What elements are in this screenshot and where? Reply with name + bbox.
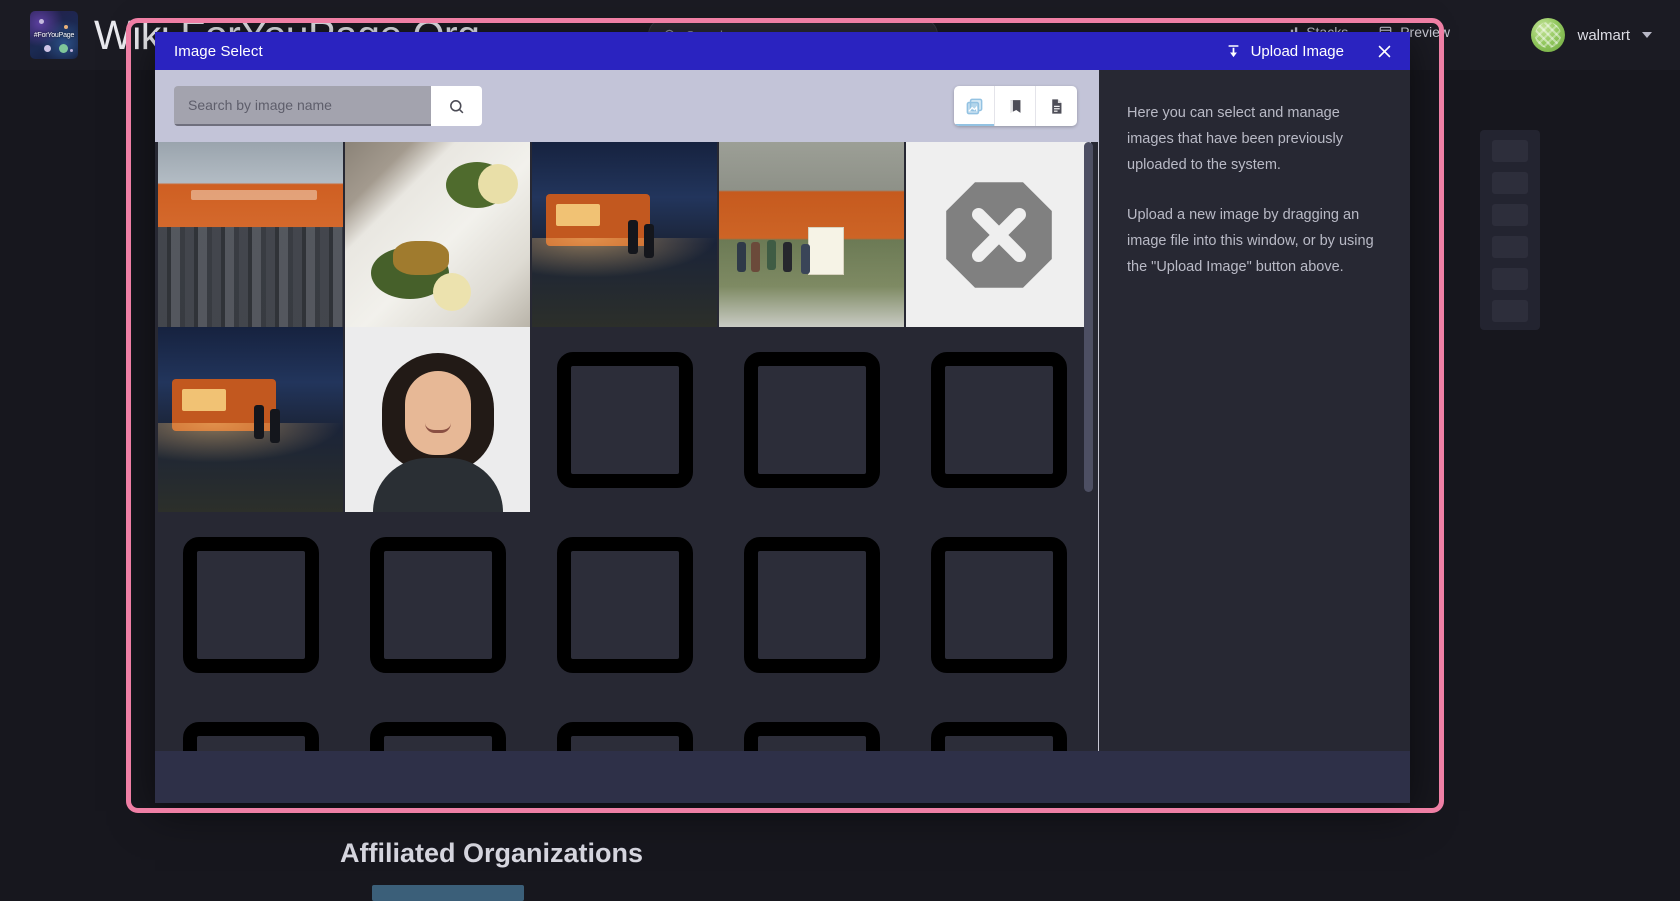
affiliated-organizations-heading: Affiliated Organizations: [340, 838, 644, 868]
image-grid-placeholder: [719, 697, 904, 751]
view-toggle-group: [954, 86, 1077, 126]
image-thumbnail[interactable]: [158, 327, 343, 512]
image-grid-placeholder: [532, 327, 717, 512]
modal-footer: [155, 751, 1410, 803]
image-grid-placeholder: [532, 697, 717, 751]
upload-image-label: Upload Image: [1250, 42, 1344, 60]
avatar: [1531, 18, 1566, 52]
image-grid-item[interactable]: [345, 142, 530, 327]
image-grid-placeholder: [158, 512, 343, 697]
image-grid-placeholder: [345, 697, 530, 751]
image-grid-placeholder: [719, 512, 904, 697]
info-paragraph-2: Upload a new image by dragging an image …: [1127, 207, 1374, 275]
document-view-button[interactable]: [1036, 86, 1077, 126]
upload-image-button[interactable]: Upload Image: [1212, 32, 1358, 70]
image-grid-placeholder: [906, 327, 1091, 512]
image-grid-item[interactable]: [906, 142, 1091, 327]
image-grid-placeholder: [906, 697, 1091, 751]
image-grid-item[interactable]: [719, 142, 904, 327]
gallery-scrollbar[interactable]: [1084, 142, 1093, 751]
site-logo-icon: #ForYouPage: [30, 11, 78, 59]
page-root: #ForYouPage Wiki.ForYouPage.Org Search S…: [0, 0, 1680, 901]
image-grid: [155, 142, 1099, 751]
image-select-modal: Image Select Upload Image Search by imag…: [155, 32, 1410, 803]
side-panel: [1480, 130, 1540, 330]
modal-title: Image Select: [174, 42, 263, 60]
broken-image-icon: [945, 181, 1052, 288]
image-grid-placeholder: [532, 512, 717, 697]
image-thumbnail[interactable]: [158, 142, 343, 327]
image-grid-placeholder: [719, 327, 904, 512]
image-gallery-view-button[interactable]: [954, 86, 995, 126]
book-view-button[interactable]: [995, 86, 1036, 126]
document-icon: [1052, 98, 1062, 114]
images-icon: [966, 98, 982, 114]
book-icon: [1010, 99, 1020, 113]
image-grid-placeholder: [345, 512, 530, 697]
image-grid-item[interactable]: [158, 327, 343, 512]
image-grid-placeholder: [906, 512, 1091, 697]
gallery-column: [155, 70, 1099, 751]
image-search: [174, 86, 482, 126]
column-divider: [1098, 142, 1099, 751]
info-paragraph-1: Here you can select and manage images th…: [1127, 105, 1344, 173]
close-icon: [1378, 45, 1390, 57]
user-name: walmart: [1577, 26, 1630, 44]
image-thumbnail[interactable]: [719, 142, 904, 327]
image-thumbnail[interactable]: [345, 327, 530, 512]
search-submit-button[interactable]: [431, 86, 482, 126]
image-grid-placeholder: [158, 697, 343, 751]
search-icon: [450, 99, 464, 113]
image-grid-item[interactable]: [158, 142, 343, 327]
upload-icon: [1228, 44, 1239, 57]
user-menu[interactable]: walmart: [1531, 18, 1652, 52]
image-thumbnail[interactable]: [532, 142, 717, 327]
close-modal-button[interactable]: [1358, 32, 1410, 70]
image-grid-item[interactable]: [345, 327, 530, 512]
logo-tagline: #ForYouPage: [33, 32, 75, 39]
modal-title-bar: Image Select Upload Image: [155, 32, 1410, 70]
gallery-scrollbar-thumb[interactable]: [1084, 142, 1093, 492]
image-thumbnail[interactable]: [345, 142, 530, 327]
info-panel: Here you can select and manage images th…: [1099, 70, 1410, 751]
broken-image-thumbnail[interactable]: [906, 142, 1091, 327]
modal-body: Here you can select and manage images th…: [155, 70, 1410, 751]
affiliated-organizations-card: [372, 885, 524, 901]
search-input[interactable]: [174, 86, 431, 126]
image-grid-item[interactable]: [532, 142, 717, 327]
gallery-scroll-area[interactable]: [155, 142, 1099, 751]
chevron-down-icon: [1642, 32, 1652, 38]
gallery-toolbar: [155, 70, 1099, 142]
